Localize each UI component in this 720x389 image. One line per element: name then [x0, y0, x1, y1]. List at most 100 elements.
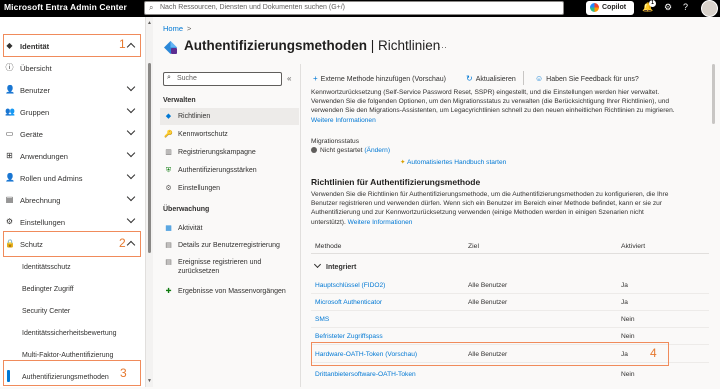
device-icon: ▭	[5, 129, 14, 138]
subnav-registration-events-label: Ereignisse registrieren und	[178, 259, 262, 266]
column-header-method[interactable]: Methode	[315, 243, 341, 250]
status-dot-icon	[311, 147, 317, 153]
subnav-activity[interactable]: ▦ Aktivität	[160, 220, 299, 237]
nav-groups[interactable]: 👥 Gruppen	[0, 101, 146, 123]
command-divider	[523, 71, 524, 85]
policies-learn-more-link[interactable]: Weitere Informationen	[348, 219, 413, 226]
table-row[interactable]: Drittanbietersoftware-OATH-Token Nein	[311, 366, 709, 383]
subnav-registration-campaign[interactable]: ▥ Registrierungskampagne	[160, 144, 299, 161]
nav-conditional-access-label: Bedingter Zugriff	[22, 286, 74, 293]
start-playbook-label: Automatisiertes Handbuch starten	[407, 159, 507, 166]
page-title: Authentifizierungsmethoden | Richtlinien	[184, 38, 440, 53]
migration-change-link[interactable]: (Ändern)	[364, 147, 390, 154]
subnav-bulk-results[interactable]: ✚ Ergebnisse von Massenvorgängen	[160, 283, 299, 300]
intro-learn-more-link[interactable]: Weitere Informationen	[311, 116, 706, 125]
subnav-registration-campaign-label: Registrierungskampagne	[178, 149, 256, 156]
nav-overview[interactable]: ⓘ Übersicht	[0, 57, 146, 79]
intro-line-1: Kennwortzurücksetzung (Self-Service Pass…	[311, 89, 660, 96]
method-link[interactable]: Drittanbietersoftware-OATH-Token	[315, 371, 416, 378]
subnav-settings[interactable]: ⚙ Einstellungen	[160, 180, 299, 197]
events-icon: ▤	[165, 259, 172, 266]
nav-overview-label: Übersicht	[20, 64, 52, 73]
subnav-registration-details[interactable]: ▤ Details zur Benutzerregistrierung	[160, 237, 299, 254]
column-header-target[interactable]: Ziel	[468, 243, 479, 250]
method-link[interactable]: Befristeter Zugriffspass	[315, 333, 383, 340]
auth-methods-icon	[164, 41, 177, 54]
wand-icon: ✦	[400, 159, 406, 166]
column-header-enabled[interactable]: Aktiviert	[621, 243, 645, 250]
nav-groups-label: Gruppen	[20, 108, 50, 117]
table-row[interactable]: Microsoft Authenticator Alle Benutzer Ja	[311, 294, 709, 311]
add-external-method-label: Externe Methode hinzufügen (Vorschau)	[320, 76, 446, 83]
billing-icon: ▤	[5, 195, 14, 204]
nav-secure-score[interactable]: Identitätssicherheitsbewertung	[0, 323, 146, 345]
table-row[interactable]: SMS Nein	[311, 311, 709, 328]
breadcrumb-home[interactable]: Home	[163, 24, 183, 33]
subnav-search-input[interactable]: ⌕ Suche	[163, 72, 282, 86]
plus-icon: +	[313, 74, 318, 83]
method-link[interactable]: SMS	[315, 316, 329, 323]
subnav-policies[interactable]: ◆ Richtlinien	[160, 108, 299, 125]
copilot-button[interactable]: Copilot	[586, 1, 634, 15]
nav-roles-label: Rollen und Admins	[20, 174, 83, 183]
nav-security-center[interactable]: Security Center	[0, 301, 146, 323]
nav-settings[interactable]: ⚙ Einstellungen	[0, 211, 146, 233]
nav-identity-protection-label: Identitätsschutz	[22, 264, 71, 271]
start-playbook-link[interactable]: ✦ Automatisiertes Handbuch starten	[400, 158, 506, 166]
subnav-auth-strengths-label: Authentifizierungsstärken	[178, 167, 257, 174]
nav-applications[interactable]: ⊞ Anwendungen	[0, 145, 146, 167]
subnav-registration-events-label-2: zurücksetzen	[178, 268, 220, 275]
refresh-label: Aktualisieren	[475, 76, 516, 83]
global-search-input[interactable]: ⌕ Nach Ressourcen, Diensten und Dokument…	[144, 1, 564, 15]
chevron-down-icon	[126, 192, 136, 202]
group-integrated[interactable]: Integriert	[311, 260, 357, 271]
feedback-button[interactable]: ☺ Haben Sie Feedback für uns?	[535, 74, 639, 83]
refresh-button[interactable]: ↻ Aktualisieren	[466, 74, 516, 83]
enabled-cell: Nein	[621, 333, 635, 340]
avatar[interactable]	[701, 0, 718, 17]
nav-devices[interactable]: ▭ Geräte	[0, 123, 146, 145]
group-integrated-label: Integriert	[326, 264, 357, 271]
nav-roles[interactable]: 👤 Rollen und Admins	[0, 167, 146, 189]
subnav-registration-details-label: Details zur Benutzerregistrierung	[178, 242, 280, 249]
enabled-cell: Ja	[621, 282, 628, 289]
nav-users[interactable]: 👤 Benutzer	[0, 79, 146, 101]
table-row[interactable]: Hauptschlüssel (FIDO2) Alle Benutzer Ja	[311, 277, 709, 294]
left-navigation: ◆ Identität 1 ⓘ Übersicht 👤 Benutzer 👥 G…	[0, 17, 146, 387]
help-icon[interactable]: ?	[683, 2, 688, 12]
copilot-label: Copilot	[602, 4, 627, 11]
gear-icon: ⚙	[165, 185, 172, 192]
key-icon: 🔑	[164, 131, 173, 138]
method-link[interactable]: Microsoft Authenticator	[315, 299, 382, 306]
notification-badge: 1	[649, 0, 656, 7]
migration-label: Migrationsstatus	[311, 138, 360, 145]
campaign-icon: ▥	[165, 149, 172, 156]
collapse-icon[interactable]: «	[287, 74, 291, 83]
subnav-password-protection[interactable]: 🔑 Kennwortschutz	[160, 126, 299, 143]
settings-icon[interactable]: ⚙	[664, 2, 672, 13]
add-external-method-button[interactable]: + Externe Methode hinzufügen (Vorschau)	[313, 74, 446, 83]
scrollbar-thumb[interactable]	[148, 63, 151, 253]
chevron-down-icon	[126, 126, 136, 136]
nav-devices-label: Geräte	[20, 130, 43, 139]
subnav-search-placeholder: Suche	[177, 75, 197, 82]
left-nav-scrollbar[interactable]: ▲ ▼	[146, 17, 153, 387]
subnav-auth-strengths[interactable]: ⛨ Authentifizierungsstärken	[160, 162, 299, 179]
page-title-main: Authentifizierungsmethoden	[184, 38, 367, 53]
chevron-down-icon	[126, 148, 136, 158]
intro-line-3: verwenden Sie den Migrations-Assistenten…	[311, 107, 675, 115]
scroll-down-icon[interactable]: ▼	[147, 378, 152, 384]
scroll-up-icon[interactable]: ▲	[147, 20, 152, 26]
content-scrollbar[interactable]	[711, 64, 716, 387]
page-title-sub: Richtlinien	[378, 38, 441, 53]
brand-title[interactable]: Microsoft Entra Admin Center	[4, 2, 127, 12]
scrollbar-thumb[interactable]	[712, 64, 715, 124]
method-link[interactable]: Hauptschlüssel (FIDO2)	[315, 282, 385, 289]
subnav-registration-events[interactable]: ▤ Ereignisse registrieren und zurücksetz…	[160, 254, 299, 280]
nav-conditional-access[interactable]: Bedingter Zugriff	[0, 279, 146, 301]
nav-billing[interactable]: ▤ Abrechnung	[0, 189, 146, 211]
page-title-sep: |	[367, 38, 379, 53]
more-options-icon[interactable]: ···	[438, 42, 447, 52]
annotation-number-4: 4	[650, 346, 657, 360]
nav-identity-protection[interactable]: Identitätsschutz	[0, 257, 146, 279]
